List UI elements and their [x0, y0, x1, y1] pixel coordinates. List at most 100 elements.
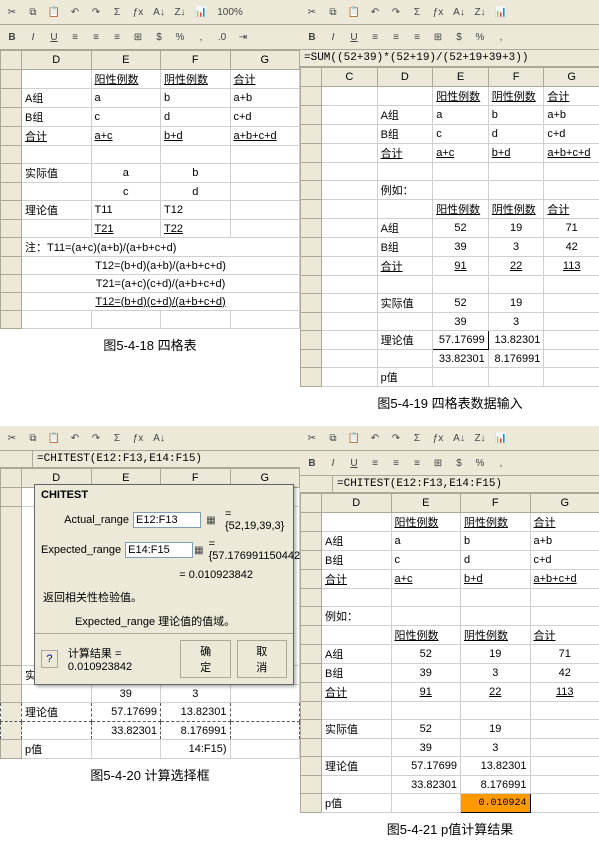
- align-left-icon[interactable]: ≡: [365, 453, 385, 473]
- formula-bar[interactable]: =CHITEST(E12:F13,E14:F15): [300, 476, 599, 493]
- range-picker-icon[interactable]: ▦: [201, 510, 221, 530]
- col-D[interactable]: D: [22, 51, 92, 70]
- hdr-pos[interactable]: 阳性例数: [91, 70, 161, 89]
- comma-icon[interactable]: ,: [491, 27, 511, 47]
- copy-icon[interactable]: ⧉: [23, 428, 43, 448]
- percent-icon[interactable]: %: [170, 27, 190, 47]
- formula-input[interactable]: =CHITEST(E12:F13,E14:F15): [33, 451, 300, 467]
- paste-icon[interactable]: 📋: [44, 428, 64, 448]
- active-cell[interactable]: 57.17699: [433, 331, 489, 350]
- paste-icon[interactable]: 📋: [344, 428, 364, 448]
- chart-icon[interactable]: 📊: [491, 428, 511, 448]
- copy-icon[interactable]: ⧉: [323, 2, 343, 22]
- merge-icon[interactable]: ⊞: [128, 27, 148, 47]
- sort-asc-icon[interactable]: A↓: [449, 428, 469, 448]
- align-center-icon[interactable]: ≡: [386, 453, 406, 473]
- sum-icon[interactable]: Σ: [107, 428, 127, 448]
- formula-t21[interactable]: T21=(a+c)(c+d)/(a+b+c+d): [22, 275, 300, 293]
- col-E[interactable]: E: [91, 51, 161, 70]
- p-value-cell[interactable]: 0.010924: [461, 794, 531, 813]
- currency-icon[interactable]: $: [449, 453, 469, 473]
- dec-inc-icon[interactable]: .0: [212, 27, 232, 47]
- formula-input[interactable]: =CHITEST(E12:F13,E14:F15): [333, 476, 599, 492]
- zoom-box[interactable]: 100%: [212, 2, 248, 22]
- sheet-18[interactable]: DEFG 阳性例数阴性例数合计 A组aba+b B组cdc+d 合计a+cb+d…: [0, 50, 300, 329]
- note-t11[interactable]: 注：T11=(a+c)(a+b)/(a+b+c+d): [22, 238, 300, 257]
- currency-icon[interactable]: $: [449, 27, 469, 47]
- sum-icon[interactable]: Σ: [407, 428, 427, 448]
- sum-icon[interactable]: Σ: [407, 2, 427, 22]
- ok-button[interactable]: 确定: [180, 640, 231, 678]
- cut-icon[interactable]: ✂: [2, 428, 22, 448]
- percent-icon[interactable]: %: [470, 27, 490, 47]
- sort-asc-icon[interactable]: A↓: [149, 428, 169, 448]
- undo-icon[interactable]: ↶: [65, 428, 85, 448]
- align-center-icon[interactable]: ≡: [86, 27, 106, 47]
- fx-icon[interactable]: ƒx: [128, 2, 148, 22]
- fx-icon[interactable]: ƒx: [428, 428, 448, 448]
- sort-asc-icon[interactable]: A↓: [449, 2, 469, 22]
- range-picker-icon[interactable]: ▦: [193, 540, 204, 560]
- undo-icon[interactable]: ↶: [365, 428, 385, 448]
- align-right-icon[interactable]: ≡: [407, 27, 427, 47]
- copy-icon[interactable]: ⧉: [23, 2, 43, 22]
- paste-icon[interactable]: 📋: [44, 2, 64, 22]
- bold-icon[interactable]: B: [302, 27, 322, 47]
- cut-icon[interactable]: ✂: [2, 2, 22, 22]
- sum-icon[interactable]: Σ: [107, 2, 127, 22]
- formula-bar[interactable]: =SUM((52+39)*(52+19)/(52+19+39+3)): [300, 50, 599, 67]
- redo-icon[interactable]: ↷: [86, 2, 106, 22]
- sort-desc-icon[interactable]: Z↓: [470, 2, 490, 22]
- col-G[interactable]: G: [230, 51, 300, 70]
- align-center-icon[interactable]: ≡: [386, 27, 406, 47]
- fx-icon[interactable]: ƒx: [128, 428, 148, 448]
- formula-t12[interactable]: T12=(b+d)(a+b)/(a+b+c+d): [22, 257, 300, 275]
- align-left-icon[interactable]: ≡: [365, 27, 385, 47]
- paste-icon[interactable]: 📋: [344, 2, 364, 22]
- hdr-tot[interactable]: 合计: [230, 70, 300, 89]
- undo-icon[interactable]: ↶: [65, 2, 85, 22]
- sheet-21[interactable]: DEFG 阳性例数阴性例数合计 A组aba+b B组cdc+d 合计a+cb+d…: [300, 493, 599, 813]
- align-right-icon[interactable]: ≡: [107, 27, 127, 47]
- formula-input[interactable]: =SUM((52+39)*(52+19)/(52+19+39+3)): [300, 50, 599, 66]
- redo-icon[interactable]: ↷: [386, 428, 406, 448]
- underline-icon[interactable]: U: [44, 27, 64, 47]
- italic-icon[interactable]: I: [323, 453, 343, 473]
- bold-icon[interactable]: B: [2, 27, 22, 47]
- currency-icon[interactable]: $: [149, 27, 169, 47]
- redo-icon[interactable]: ↷: [86, 428, 106, 448]
- comma-icon[interactable]: ,: [491, 453, 511, 473]
- formula-t22[interactable]: T12=(b+d)(c+d)/(a+b+c+d): [22, 293, 300, 311]
- merge-icon[interactable]: ⊞: [428, 453, 448, 473]
- italic-icon[interactable]: I: [23, 27, 43, 47]
- chart-icon[interactable]: 📊: [191, 2, 211, 22]
- indent-icon[interactable]: ⇥: [233, 27, 253, 47]
- align-right-icon[interactable]: ≡: [407, 453, 427, 473]
- sort-desc-icon[interactable]: Z↓: [170, 2, 190, 22]
- actual-range-input[interactable]: [133, 512, 201, 528]
- undo-icon[interactable]: ↶: [365, 2, 385, 22]
- formula-bar[interactable]: =CHITEST(E12:F13,E14:F15): [0, 451, 300, 468]
- comma-icon[interactable]: ,: [191, 27, 211, 47]
- merge-icon[interactable]: ⊞: [428, 27, 448, 47]
- percent-icon[interactable]: %: [470, 453, 490, 473]
- sheet-19[interactable]: CDEFG 阳性例数阴性例数合计 A组aba+b B组cdc+d 合计a+cb+…: [300, 67, 599, 387]
- underline-icon[interactable]: U: [344, 27, 364, 47]
- fx-icon[interactable]: ƒx: [428, 2, 448, 22]
- align-left-icon[interactable]: ≡: [65, 27, 85, 47]
- sort-desc-icon[interactable]: Z↓: [470, 428, 490, 448]
- underline-icon[interactable]: U: [344, 453, 364, 473]
- cut-icon[interactable]: ✂: [302, 2, 322, 22]
- cut-icon[interactable]: ✂: [302, 428, 322, 448]
- italic-icon[interactable]: I: [323, 27, 343, 47]
- sort-asc-icon[interactable]: A↓: [149, 2, 169, 22]
- cancel-button[interactable]: 取消: [237, 640, 288, 678]
- bold-icon[interactable]: B: [302, 453, 322, 473]
- col-F[interactable]: F: [161, 51, 231, 70]
- copy-icon[interactable]: ⧉: [323, 428, 343, 448]
- expected-range-input[interactable]: [125, 542, 193, 558]
- redo-icon[interactable]: ↷: [386, 2, 406, 22]
- help-icon[interactable]: ?: [41, 650, 58, 668]
- chart-icon[interactable]: 📊: [491, 2, 511, 22]
- hdr-neg[interactable]: 阴性例数: [161, 70, 231, 89]
